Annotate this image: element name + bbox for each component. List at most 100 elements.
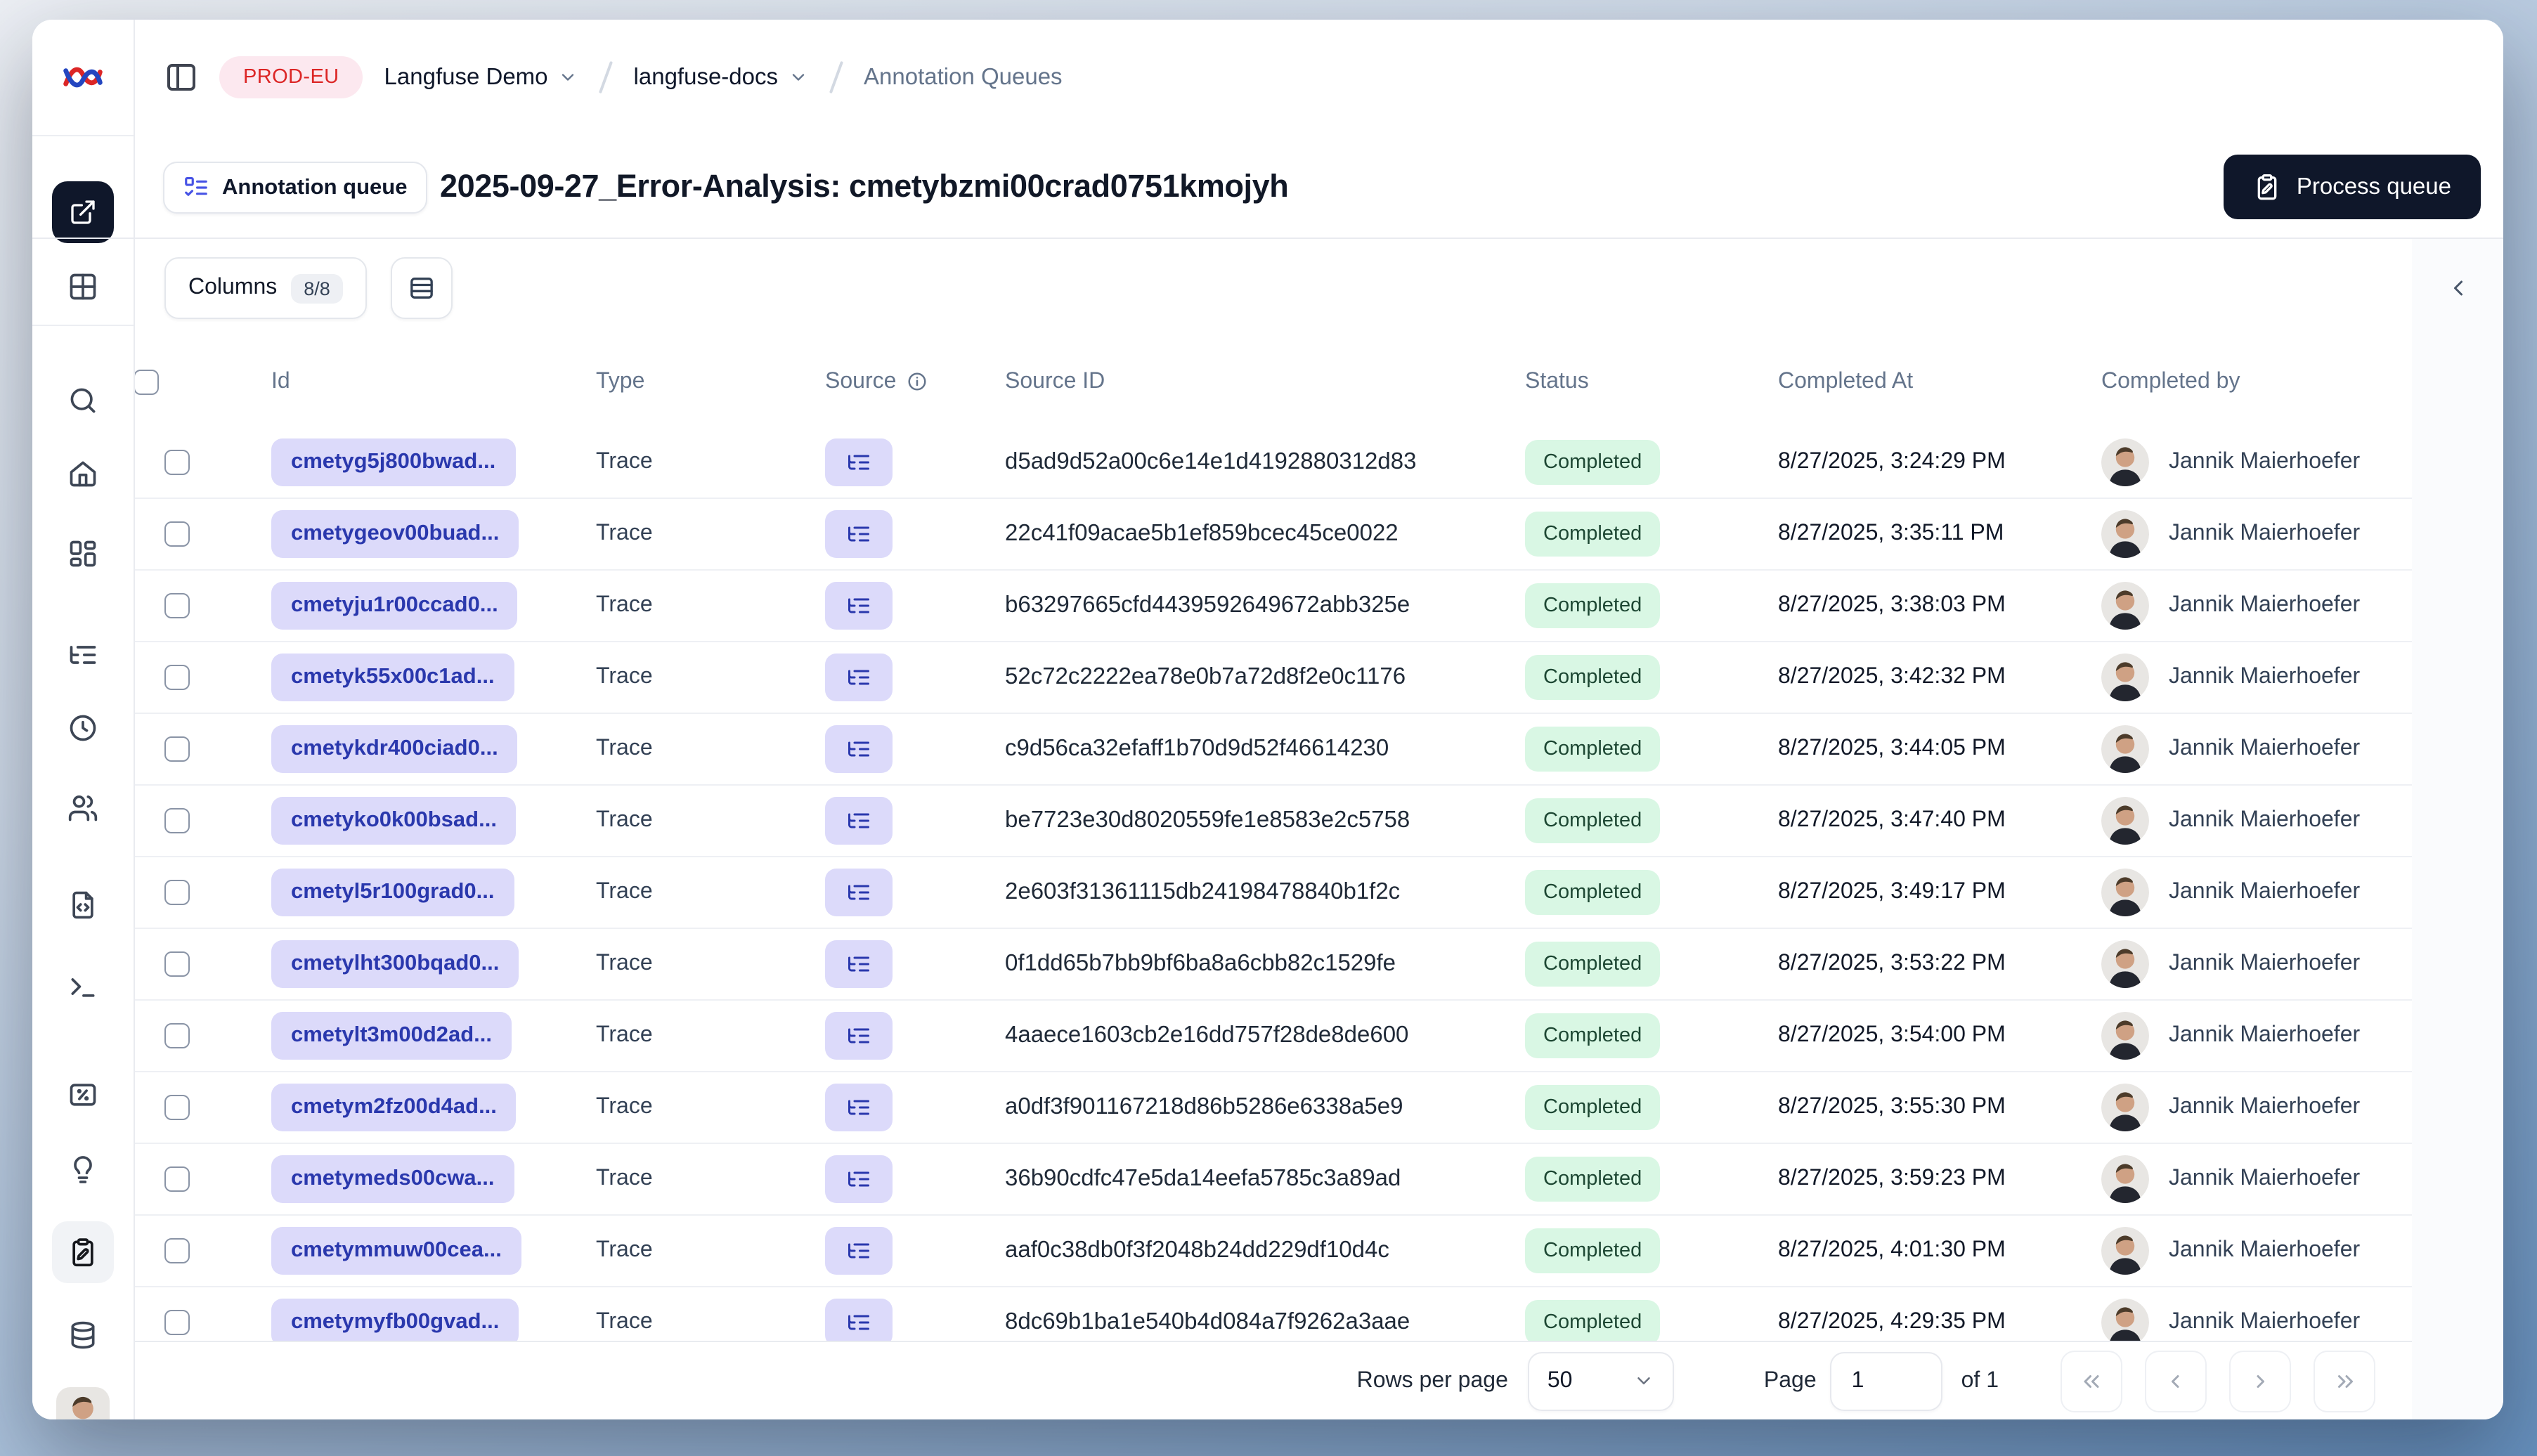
row-id-badge[interactable]: cmetyl5r100grad0... [271,869,514,916]
sidebar-item-sessions[interactable] [52,697,114,759]
row-source-badge[interactable] [825,1084,893,1131]
row-checkbox[interactable] [164,1023,190,1048]
table-row[interactable]: cmetyko0k00bsad... Trace be7723e30d80205… [134,786,2412,857]
row-id-badge[interactable]: cmetylht300bqad0... [271,940,519,988]
row-id-badge[interactable]: cmetymmuw00cea... [271,1227,521,1275]
breadcrumb-org[interactable]: Langfuse Demo [384,64,578,91]
row-source-badge[interactable] [825,797,893,845]
column-header-completed-by[interactable]: Completed by [2101,369,2240,394]
row-completed-by: Jannik Maierhoefer [2169,808,2361,832]
table-row[interactable]: cmetyk55x00c1ad... Trace 52c72c2222ea78e… [134,642,2412,714]
row-source-badge[interactable] [825,940,893,988]
row-checkbox[interactable] [164,951,190,977]
sidebar-item-prompts[interactable] [52,874,114,936]
row-id-badge[interactable]: cmetym2fz00d4ad... [271,1084,517,1131]
table-row[interactable]: cmetyg5j800bwad... Trace d5ad9d52a00c6e1… [134,427,2412,499]
row-source-badge[interactable] [825,1012,893,1060]
status-badge: Completed [1525,1157,1661,1202]
row-source-id: 52c72c2222ea78e0b7a72d8f2e0c1176 [1005,664,1406,689]
rows-per-page-select[interactable]: 50 [1527,1351,1674,1410]
row-source-badge[interactable] [825,1227,893,1275]
row-id-badge[interactable]: cmetyju1r00ccad0... [271,582,518,630]
sidebar-item-datasets[interactable] [52,1304,114,1366]
row-checkbox[interactable] [164,1310,190,1335]
row-id-badge[interactable]: cmetymyfb00gvad... [271,1299,519,1346]
sidebar-item-users[interactable] [52,777,114,839]
table-row[interactable]: cmetyl5r100grad0... Trace 2e603f31361115… [134,857,2412,929]
row-checkbox[interactable] [164,665,190,690]
row-source-badge[interactable] [825,725,893,773]
row-id-badge[interactable]: cmetygeov00buad... [271,510,519,558]
row-height-button[interactable] [391,257,453,319]
column-header-completed-at[interactable]: Completed At [1778,369,1913,394]
next-page-button[interactable] [2229,1350,2291,1412]
sidebar-item-annotation-queues[interactable] [52,1221,114,1283]
row-checkbox[interactable] [164,1238,190,1263]
sidebar-item-playground[interactable] [52,956,114,1018]
status-badge: Completed [1525,583,1661,628]
sidebar-item-search[interactable] [52,370,114,431]
last-page-button[interactable] [2314,1350,2375,1412]
row-checkbox[interactable] [164,1095,190,1120]
column-header-id[interactable]: Id [271,369,290,394]
table-row[interactable]: cmetylht300bqad0... Trace 0f1dd65b7bb9bf… [134,929,2412,1001]
columns-button[interactable]: Columns 8/8 [164,257,367,319]
sidebar-item-evaluation[interactable] [52,1064,114,1126]
table-row[interactable]: cmetymmuw00cea... Trace aaf0c38db0f3f204… [134,1216,2412,1287]
table-row[interactable]: cmetym2fz00d4ad... Trace a0df3f901167218… [134,1072,2412,1144]
sidebar-item-home[interactable] [52,443,114,505]
search-icon [67,385,98,416]
row-id-badge[interactable]: cmetyko0k00bsad... [271,797,517,845]
row-source-badge[interactable] [825,438,893,486]
select-all-checkbox[interactable] [134,369,159,394]
first-page-button[interactable] [2061,1350,2122,1412]
page-number-input[interactable]: 1 [1830,1351,1943,1410]
column-header-type[interactable]: Type [596,369,644,394]
row-checkbox[interactable] [164,450,190,475]
row-source-badge[interactable] [825,510,893,558]
row-source-badge[interactable] [825,582,893,630]
table-section: Columns 8/8 Id Type Source Source ID Sta… [134,239,2412,1419]
row-source-badge[interactable] [825,1299,893,1346]
column-header-source-id[interactable]: Source ID [1005,369,1105,394]
row-id-badge[interactable]: cmetyg5j800bwad... [271,438,516,486]
column-header-status[interactable]: Status [1525,369,1589,394]
table-row[interactable]: cmetylt3m00d2ad... Trace 4aaece1603cb2e1… [134,1001,2412,1072]
sidebar-item-tables[interactable] [52,256,114,318]
avatar [2101,1155,2149,1203]
sidebar-item-insights[interactable] [52,1140,114,1202]
previous-page-button[interactable] [2145,1350,2207,1412]
row-checkbox[interactable] [164,521,190,547]
table-row[interactable]: cmetygeov00buad... Trace 22c41f09acae5b1… [134,499,2412,571]
queue-type-badge[interactable]: Annotation queue [163,162,427,214]
row-id-badge[interactable]: cmetykdr400ciad0... [271,725,518,773]
row-source-badge[interactable] [825,654,893,701]
row-id-badge[interactable]: cmetymeds00cwa... [271,1155,514,1203]
row-checkbox[interactable] [164,593,190,618]
table-row[interactable]: cmetyju1r00ccad0... Trace b63297665cfd44… [134,571,2412,642]
langfuse-logo-icon[interactable] [62,60,104,94]
user-avatar[interactable] [56,1387,110,1419]
row-source-badge[interactable] [825,1155,893,1203]
sidebar-item-traces[interactable] [52,624,114,686]
row-checkbox[interactable] [164,1166,190,1192]
row-checkbox[interactable] [164,808,190,833]
row-checkbox[interactable] [164,736,190,762]
row-checkbox[interactable] [164,880,190,905]
row-source-badge[interactable] [825,869,893,916]
table-row[interactable]: cmetykdr400ciad0... Trace c9d56ca32efaff… [134,714,2412,786]
table-row[interactable]: cmetymeds00cwa... Trace 36b90cdfc47e5da1… [134,1144,2412,1216]
row-id-badge[interactable]: cmetyk55x00c1ad... [271,654,514,701]
sidebar-toggle-button[interactable] [164,60,198,94]
breadcrumb-project[interactable]: langfuse-docs [634,64,807,91]
row-type: Trace [596,450,653,474]
logo-cell [32,20,134,136]
process-queue-button[interactable]: Process queue [2223,155,2481,219]
row-completed-at: 8/27/2025, 3:42:32 PM [1778,665,2006,689]
column-header-source[interactable]: Source [825,369,927,394]
environment-badge[interactable]: PROD-EU [219,56,363,98]
sidebar-item-open-external[interactable] [52,181,114,243]
row-id-badge[interactable]: cmetylt3m00d2ad... [271,1012,512,1060]
panel-expand-button[interactable] [2434,264,2481,312]
sidebar-item-dashboards[interactable] [52,523,114,585]
